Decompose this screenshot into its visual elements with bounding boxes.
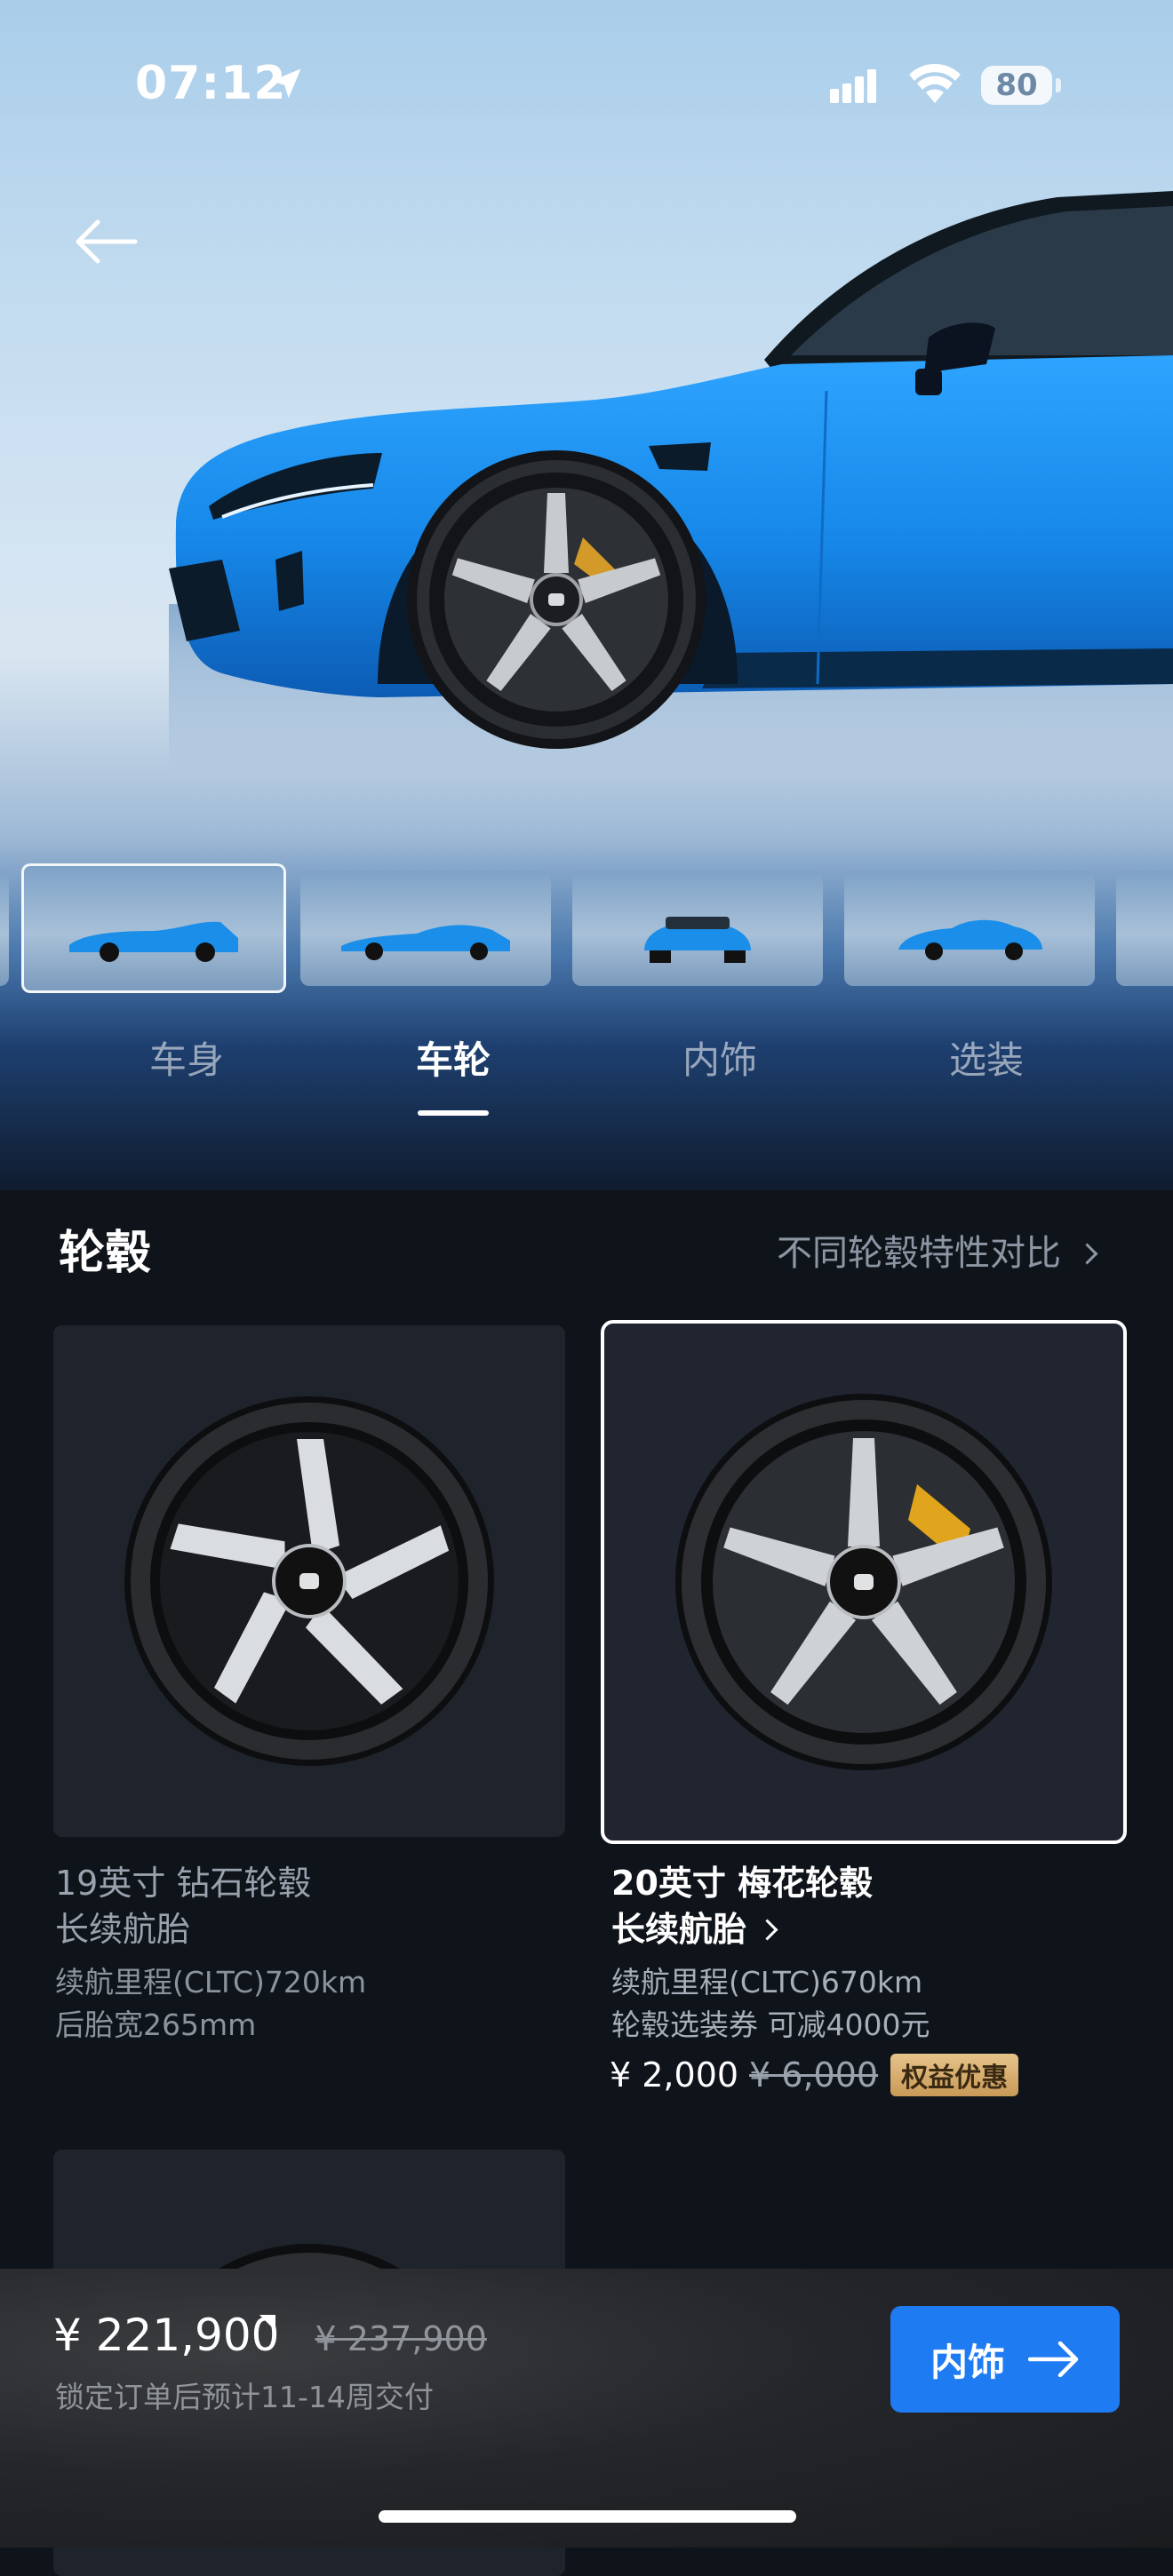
option-2-coupon: 轮毂选装券 可减4000元	[611, 2008, 930, 2042]
total-price[interactable]: ¥ 221,900	[53, 2310, 279, 2361]
next-button-label: 内饰	[930, 2340, 1005, 2384]
benefit-badge: 权益优惠	[890, 2054, 1019, 2096]
delivery-estimate: 锁定订单后预计11-14周交付	[55, 2380, 434, 2414]
battery-tip	[1056, 78, 1061, 92]
wheel-option-card-selected[interactable]	[601, 1320, 1127, 1844]
price-detail-corner-icon[interactable]	[259, 2315, 275, 2331]
section-title: 轮毂	[59, 1227, 152, 1280]
option-2-original-price: ¥ 6,000	[749, 2055, 879, 2095]
thumbnail-side-view[interactable]	[21, 863, 286, 993]
back-arrow-icon[interactable]	[71, 206, 142, 277]
home-indicator[interactable]	[379, 2510, 796, 2523]
battery-icon: 80	[981, 66, 1052, 105]
active-tab-indicator	[418, 1110, 489, 1116]
thumbnail-partial[interactable]	[0, 871, 9, 986]
car-thumbnail-icon	[898, 920, 1042, 961]
tab-wheels[interactable]: 车轮	[373, 1030, 533, 1085]
location-arrow-icon	[271, 68, 301, 99]
option-2-tire-link[interactable]: 长续航胎	[611, 1906, 778, 1952]
car-thumbnail-icon	[69, 921, 238, 963]
thumbnail-side-rear-view[interactable]	[300, 871, 551, 986]
car-preview-hero: 07:12 80 车身 车轮 内饰 选装	[0, 0, 1173, 1190]
tab-body[interactable]: 车身	[107, 1030, 267, 1085]
tab-options[interactable]: 选装	[906, 1030, 1066, 1085]
option-2-price: ¥ 2,000	[610, 2055, 739, 2095]
original-total-price: ¥ 237,900	[315, 2319, 487, 2358]
option-2-range: 续航里程(CLTC)670km	[611, 1965, 923, 2000]
chevron-right-icon	[756, 1919, 778, 1941]
thumbnail-rear-view[interactable]	[572, 871, 823, 986]
option-2-price-row: ¥ 2,000 ¥ 6,000 权益优惠	[610, 2052, 1019, 2098]
arrow-right-icon	[1028, 2341, 1079, 2377]
status-bar: 07:12 80	[0, 0, 1173, 169]
thumbnail-partial[interactable]	[1116, 871, 1173, 986]
car-image	[169, 191, 1173, 773]
car-thumbnail-icon	[644, 917, 751, 964]
chevron-right-icon	[1076, 1243, 1098, 1265]
compare-wheels-link[interactable]: 不同轮毂特性对比	[777, 1224, 1098, 1276]
wifi-icon	[909, 64, 961, 103]
option-1-name: 19英寸 钻石轮毂	[55, 1864, 312, 1903]
status-time: 07:12	[135, 57, 287, 110]
wheel-option-card[interactable]	[53, 1325, 565, 1837]
view-thumbnail-strip	[0, 863, 1173, 997]
next-interior-button[interactable]: 内饰	[890, 2306, 1120, 2413]
thumbnail-front-view[interactable]	[844, 871, 1095, 986]
option-1-range: 续航里程(CLTC)720km	[55, 1965, 367, 2000]
option-2-tire: 长续航胎	[611, 1910, 747, 1949]
option-1-tire: 长续航胎	[55, 1910, 191, 1949]
tab-interior[interactable]: 内饰	[640, 1030, 800, 1085]
car-thumbnail-icon	[341, 925, 510, 961]
diamond-wheel-image	[124, 1396, 494, 1766]
option-2-name: 20英寸 梅花轮毂	[611, 1864, 874, 1903]
option-1-rear-width: 后胎宽265mm	[55, 2008, 257, 2042]
cellular-signal-icon	[830, 69, 876, 103]
compare-link-label: 不同轮毂特性对比	[777, 1233, 1061, 1274]
config-tabs: 车身 车轮 内饰 选装	[0, 1030, 1173, 1128]
plum-blossom-wheel-image	[675, 1394, 1052, 1770]
